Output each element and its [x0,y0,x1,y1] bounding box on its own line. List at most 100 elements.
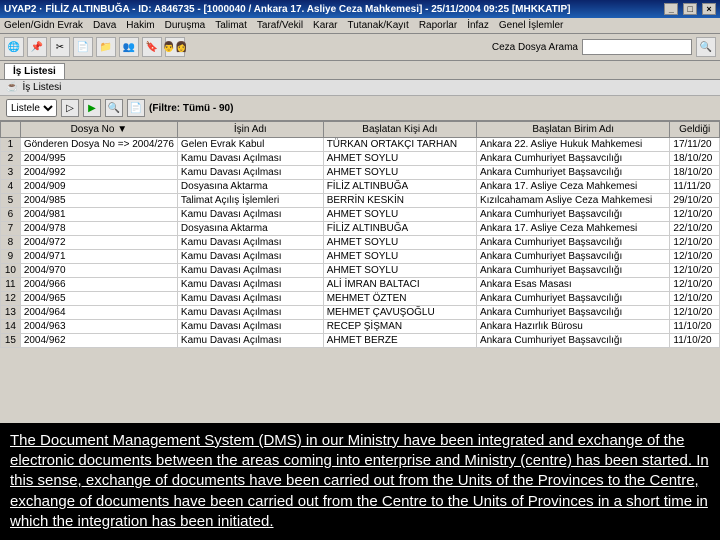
cell-geldigi: 12/10/20 [670,292,720,306]
cell-dosya: Gönderen Dosya No => 2004/276 [20,138,177,152]
menu-item[interactable]: Karar [313,20,337,31]
menu-item[interactable]: Raporlar [419,20,457,31]
cell-isin: Kamu Davası Açılması [177,208,323,222]
cell-kisi: AHMET SOYLU [323,236,476,250]
cell-birim: Ankara Cumhuriyet Başsavcılığı [476,236,669,250]
cell-birim: Ankara Esas Masası [476,278,669,292]
menu-item[interactable]: Duruşma [165,20,206,31]
table-row[interactable]: 32004/992Kamu Davası AçılmasıAHMET SOYLU… [1,166,720,180]
cell-dosya: 2004/963 [20,320,177,334]
cell-dosya: 2004/992 [20,166,177,180]
table-row[interactable]: 52004/985Talimat Açılış İşlemleriBERRİN … [1,194,720,208]
table-row[interactable]: 42004/909Dosyasına AktarmaFİLİZ ALTINBUĞ… [1,180,720,194]
table-row[interactable]: 92004/971Kamu Davası AçılmasıAHMET SOYLU… [1,250,720,264]
cell-geldigi: 11/11/20 [670,180,720,194]
row-number: 2 [1,152,21,166]
cell-geldigi: 22/10/20 [670,222,720,236]
table-row[interactable]: 1Gönderen Dosya No => 2004/276Gelen Evra… [1,138,720,152]
cell-birim: Ankara Cumhuriyet Başsavcılığı [476,166,669,180]
table-row[interactable]: 72004/978Dosyasına AktarmaFİLİZ ALTINBUĞ… [1,222,720,236]
document-filter-icon[interactable]: 📄 [127,99,145,117]
table-row[interactable]: 82004/972Kamu Davası AçılmasıAHMET SOYLU… [1,236,720,250]
search-input[interactable] [582,39,692,55]
users-icon[interactable]: 👨‍👩 [165,37,185,57]
cell-dosya: 2004/995 [20,152,177,166]
col-isin-adi[interactable]: İşin Adı [177,122,323,138]
menu-item[interactable]: Gelen/Gidn Evrak [4,20,83,31]
play-icon[interactable]: ▶ [83,99,101,117]
folder-icon[interactable]: 📁 [96,37,116,57]
cell-isin: Dosyasına Aktarma [177,222,323,236]
row-number: 3 [1,166,21,180]
cell-dosya: 2004/971 [20,250,177,264]
window-title: UYAP2 · FİLİZ ALTINBUĞA - ID: A846735 - … [4,4,571,15]
cell-isin: Kamu Davası Açılması [177,236,323,250]
col-baslatan-birim[interactable]: Başlatan Birim Adı [476,122,669,138]
cell-kisi: ALİ İMRAN BALTACI [323,278,476,292]
cell-kisi: BERRİN KESKİN [323,194,476,208]
menu-item[interactable]: İnfaz [467,20,489,31]
tab-strip: İş Listesi [0,61,720,80]
cut-icon[interactable]: ✂ [50,37,70,57]
search-icon[interactable]: 🔍 [696,37,716,57]
menu-bar: Gelen/Gidn Evrak Dava Hakim Duruşma Tali… [0,18,720,34]
col-baslatan-kisi[interactable]: Başlatan Kişi Adı [323,122,476,138]
cell-geldigi: 12/10/20 [670,250,720,264]
search-filter-icon[interactable]: 🔍 [105,99,123,117]
close-button[interactable]: × [702,3,716,15]
cell-kisi: MEHMET ÖZTEN [323,292,476,306]
row-number: 11 [1,278,21,292]
pin-icon[interactable]: 📌 [27,37,47,57]
menu-item[interactable]: Genel İşlemler [499,20,563,31]
search-label: Ceza Dosya Arama [492,42,578,53]
row-number: 8 [1,236,21,250]
document-icon[interactable]: 📄 [73,37,93,57]
table-row[interactable]: 62004/981Kamu Davası AçılmasıAHMET SOYLU… [1,208,720,222]
menu-item[interactable]: Dava [93,20,116,31]
toolbar: 🌐 📌 ✂ 📄 📁 👥 🔖 👨‍👩 Ceza Dosya Arama 🔍 [0,34,720,61]
row-number: 15 [1,334,21,348]
menu-item[interactable]: Tutanak/Kayıt [348,20,409,31]
filter-select[interactable]: Listele [6,99,57,117]
table-row[interactable]: 142004/963Kamu Davası AçılmasıRECEP ŞİŞM… [1,320,720,334]
globe-icon[interactable]: 🌐 [4,37,24,57]
minimize-button[interactable]: _ [664,3,678,15]
col-dosya-no[interactable]: Dosya No ▼ [20,122,177,138]
cell-dosya: 2004/981 [20,208,177,222]
cell-kisi: TÜRKAN ORTAKÇI TARHAN [323,138,476,152]
filter-bar: Listele ▷ ▶ 🔍 📄 (Filtre: Tümü - 90) [0,96,720,121]
cell-geldigi: 17/11/20 [670,138,720,152]
refresh-icon[interactable]: ▷ [61,99,79,117]
menu-item[interactable]: Hakim [126,20,154,31]
header-row: Dosya No ▼ İşin Adı Başlatan Kişi Adı Ba… [1,122,720,138]
stamp-icon[interactable]: 🔖 [142,37,162,57]
cell-kisi: AHMET SOYLU [323,152,476,166]
window-controls: _ □ × [662,3,716,15]
maximize-button[interactable]: □ [683,3,697,15]
table-row[interactable]: 102004/970Kamu Davası AçılmasıAHMET SOYL… [1,264,720,278]
table-row[interactable]: 22004/995Kamu Davası AçılmasıAHMET SOYLU… [1,152,720,166]
table-row[interactable]: 112004/966Kamu Davası AçılmasıALİ İMRAN … [1,278,720,292]
cell-isin: Kamu Davası Açılması [177,166,323,180]
table-row[interactable]: 152004/962Kamu Davası AçılmasıAHMET BERZ… [1,334,720,348]
cell-dosya: 2004/970 [20,264,177,278]
cell-geldigi: 18/10/20 [670,152,720,166]
people-icon[interactable]: 👥 [119,37,139,57]
filter-text: (Filtre: Tümü - 90) [149,103,233,114]
table-row[interactable]: 132004/964Kamu Davası AçılmasıMEHMET ÇAV… [1,306,720,320]
subtitle-text: İş Listesi [22,82,61,93]
menu-item[interactable]: Talimat [215,20,247,31]
cell-geldigi: 12/10/20 [670,208,720,222]
table-row[interactable]: 122004/965Kamu Davası AçılmasıMEHMET ÖZT… [1,292,720,306]
cell-geldigi: 12/10/20 [670,306,720,320]
col-geldigi[interactable]: Geldiği [670,122,720,138]
cell-geldigi: 29/10/20 [670,194,720,208]
cell-kisi: FİLİZ ALTINBUĞA [323,222,476,236]
row-number: 12 [1,292,21,306]
cell-kisi: AHMET SOYLU [323,166,476,180]
tab-is-listesi[interactable]: İş Listesi [4,63,65,79]
cell-kisi: MEHMET ÇAVUŞOĞLU [323,306,476,320]
cell-isin: Kamu Davası Açılması [177,278,323,292]
menu-item[interactable]: Taraf/Vekil [257,20,303,31]
title-bar: UYAP2 · FİLİZ ALTINBUĞA - ID: A846735 - … [0,0,720,18]
